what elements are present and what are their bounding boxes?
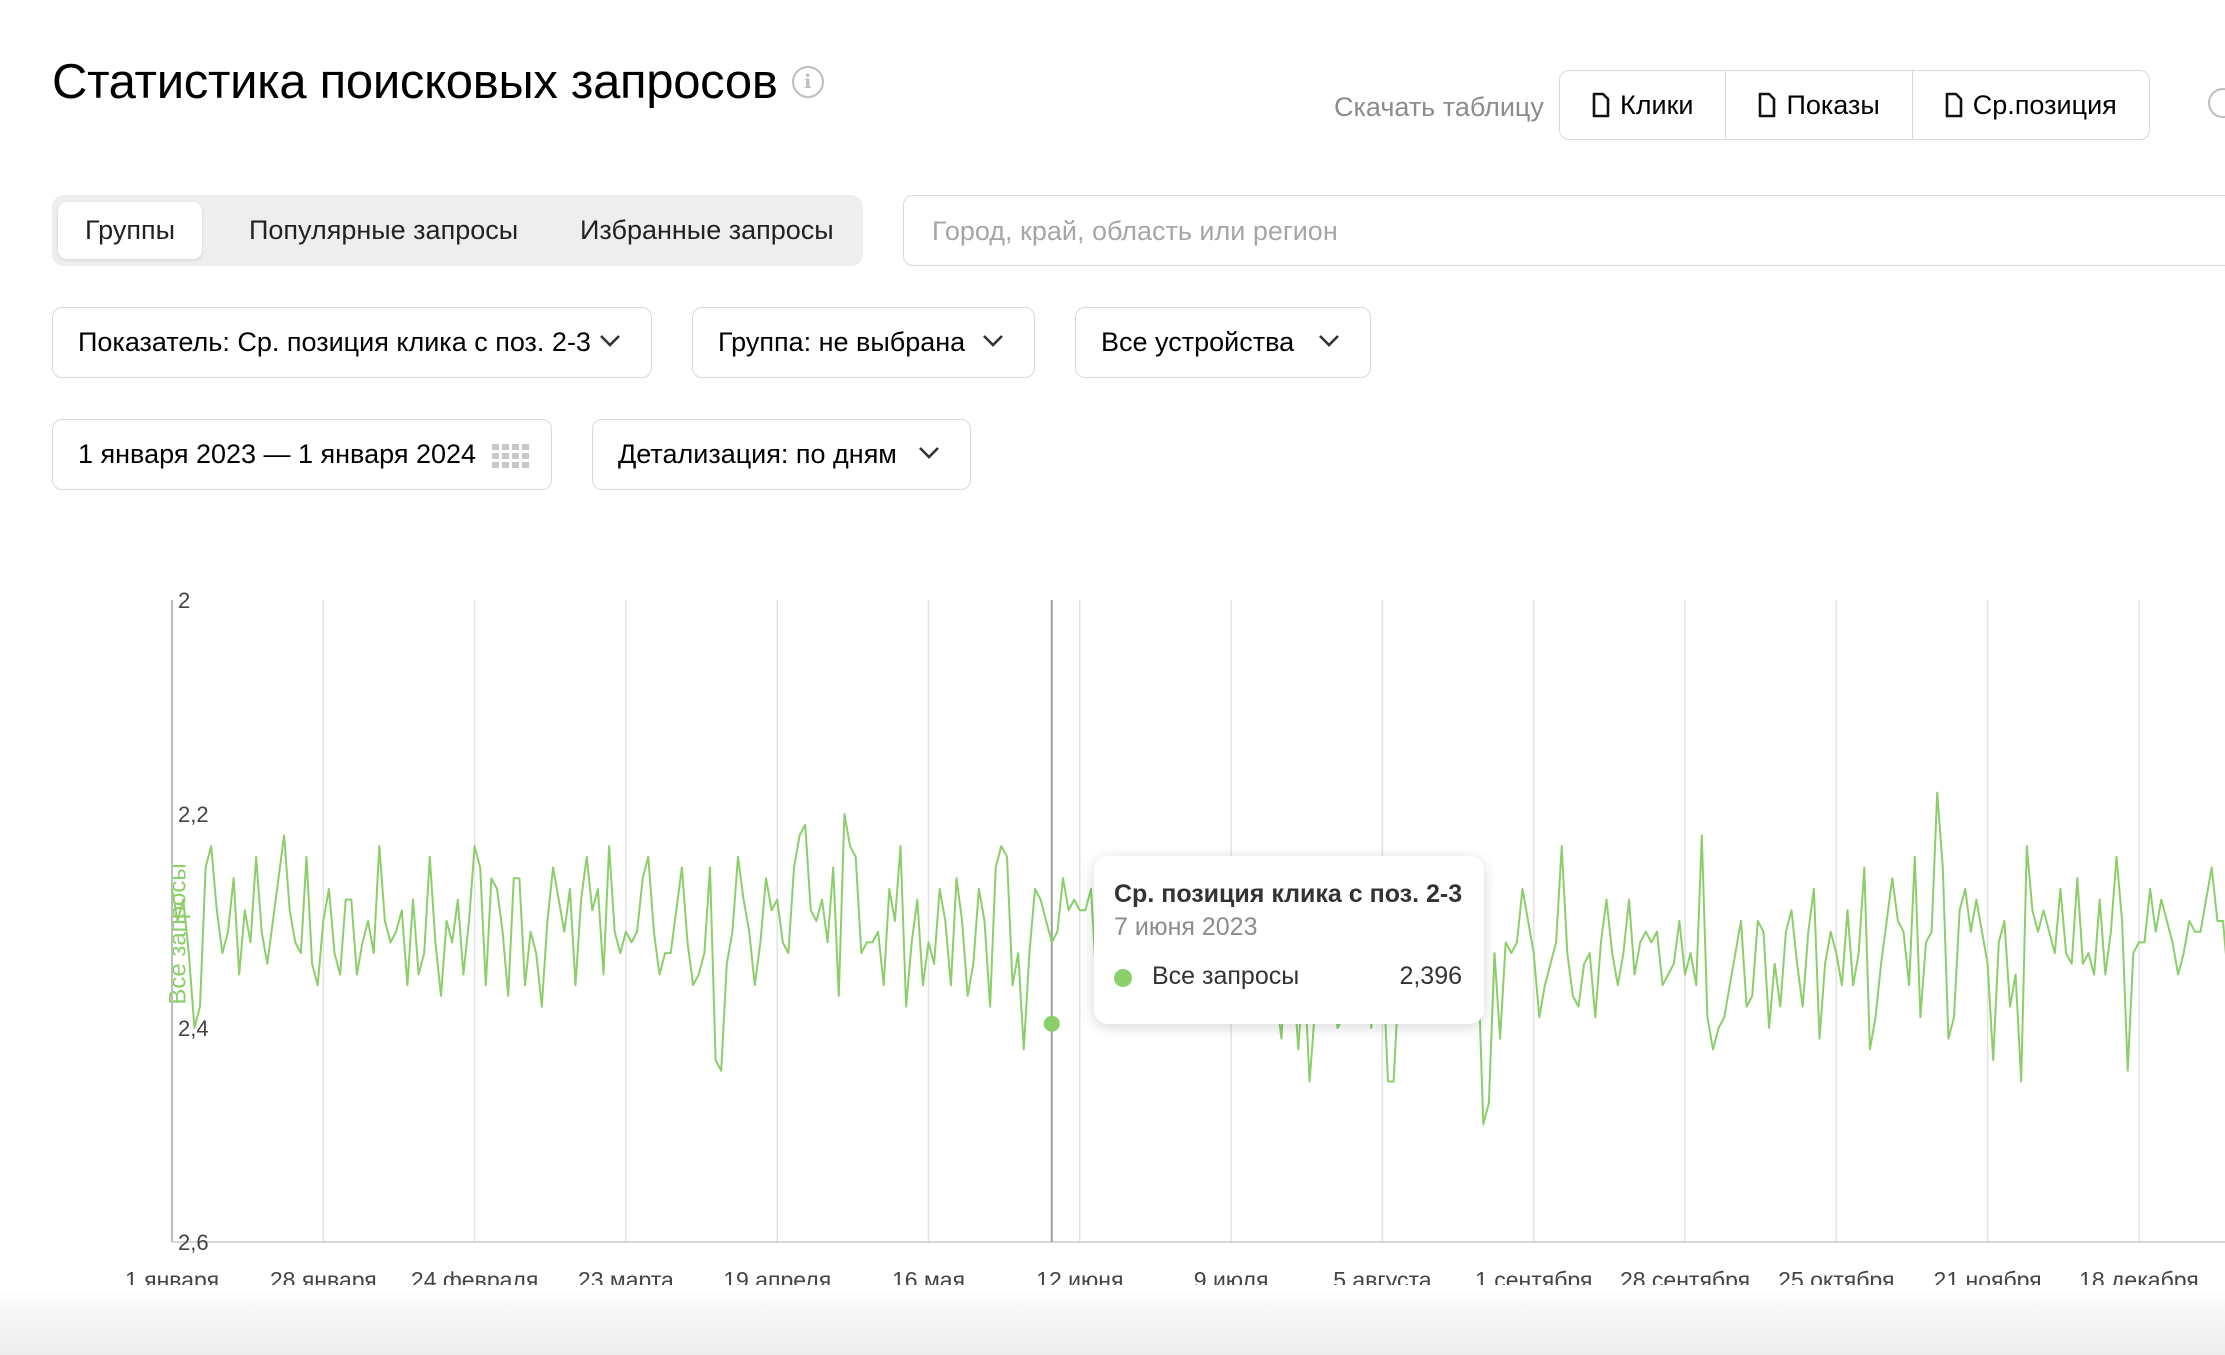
download-clicks-button[interactable]: Клики xyxy=(1560,71,1727,139)
group-select[interactable]: Группа: не выбрана xyxy=(692,307,1035,378)
detail-select-label: Детализация: по дням xyxy=(618,439,897,469)
region-search xyxy=(903,195,2225,266)
detail-select[interactable]: Детализация: по дням xyxy=(592,419,971,490)
calendar-icon xyxy=(492,444,529,468)
date-range-picker[interactable]: 1 января 2023 — 1 января 2024 xyxy=(52,419,552,490)
download-buttons: Клики Показы Ср.позиция xyxy=(1559,70,2150,140)
series-dot-icon xyxy=(1114,969,1132,987)
tab-popular-queries[interactable]: Популярные запросы xyxy=(249,202,518,259)
date-range-label: 1 января 2023 — 1 января 2024 xyxy=(78,439,477,469)
chevron-down-icon xyxy=(1319,335,1339,347)
info-icon[interactable]: i xyxy=(791,66,824,98)
group-select-label: Группа: не выбрана xyxy=(718,327,966,357)
y-tick-label: 2,6 xyxy=(178,1230,209,1255)
tooltip-value: 2,396 xyxy=(1399,962,1462,990)
file-icon xyxy=(1759,92,1776,118)
y-tick-label: 2 xyxy=(178,588,190,613)
download-impressions-button[interactable]: Показы xyxy=(1726,71,1913,139)
tab-groups[interactable]: Группы xyxy=(58,202,202,259)
download-impressions-label: Показы xyxy=(1786,89,1880,120)
chevron-down-icon xyxy=(600,335,620,347)
chevron-down-icon xyxy=(983,335,1003,347)
download-clicks-label: Клики xyxy=(1620,89,1694,120)
page-title-text: Статистика поисковых запросов xyxy=(52,55,778,109)
download-avg-position-label: Ср.позиция xyxy=(1972,89,2117,120)
devices-select[interactable]: Все устройства xyxy=(1075,307,1371,378)
tooltip-title: Ср. позиция клика с поз. 2-3 xyxy=(1114,880,1463,908)
download-avg-position-button[interactable]: Ср.позиция xyxy=(1913,71,2149,139)
help-icon[interactable] xyxy=(2208,88,2225,118)
mode-tabs: Группы Популярные запросы Избранные запр… xyxy=(52,195,863,266)
tab-favorite-queries[interactable]: Избранные запросы xyxy=(580,202,834,259)
y-tick-label: 2,2 xyxy=(178,802,209,827)
metric-select-label: Показатель: Ср. позиция клика с поз. 2-3 xyxy=(78,327,591,357)
page-title: Статистика поисковых запросов i xyxy=(52,54,824,110)
hover-point xyxy=(1043,1015,1060,1032)
tooltip-series-name: Все запросы xyxy=(1152,962,1300,990)
devices-select-label: Все устройства xyxy=(1101,327,1295,357)
file-icon xyxy=(1592,92,1610,118)
chevron-down-icon xyxy=(919,447,939,459)
chart-tooltip: Ср. позиция клика с поз. 2-3 7 июня 2023… xyxy=(1094,856,1484,1024)
tooltip-date: 7 июня 2023 xyxy=(1114,913,1258,941)
download-table-label: Скачать таблицу xyxy=(1334,92,1544,122)
file-icon xyxy=(1945,92,1963,118)
region-search-input[interactable] xyxy=(930,196,2134,266)
metric-select[interactable]: Показатель: Ср. позиция клика с поз. 2-3 xyxy=(52,307,652,378)
page-bottom-edge xyxy=(0,1285,2225,1355)
